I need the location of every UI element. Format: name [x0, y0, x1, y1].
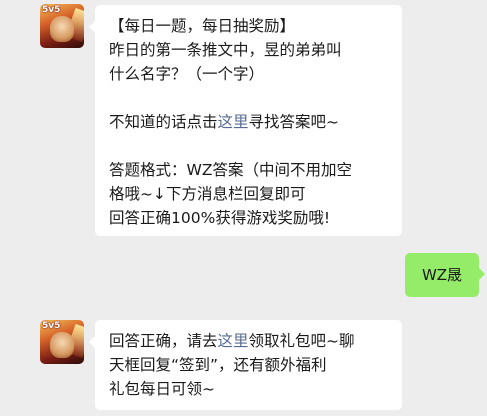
- format-line: 回答正确100%获得游戏奖励哦!: [109, 209, 331, 227]
- official-avatar[interactable]: 5v5: [40, 4, 84, 48]
- reply-prefix: 回答正确，请去: [109, 332, 218, 350]
- avatar-badge: 5v5: [42, 321, 61, 331]
- hint-line: 不知道的话点击这里寻找答案吧~: [109, 110, 390, 134]
- message-bubble-reply[interactable]: 回答正确，请去这里领取礼包吧~聊 天框回复“签到”，还有额外福利 礼包每日可领~: [89, 320, 402, 410]
- reply-line: 天框回复“签到”，还有额外福利: [109, 356, 327, 374]
- reply-suffix: 领取礼包吧~聊: [248, 332, 355, 350]
- answer-link[interactable]: 这里: [218, 113, 249, 131]
- message-bubble-question[interactable]: 【每日一题，每日抽奖励】 昨日的第一条推文中，昱的弟弟叫 什么名字？（一个字） …: [89, 5, 402, 236]
- question-title: 【每日一题，每日抽奖励】: [109, 17, 296, 35]
- message-bubble-user[interactable]: WZ晟: [405, 253, 485, 297]
- format-line: 格哦~↓下方消息栏回复即可: [109, 185, 306, 203]
- gift-link[interactable]: 这里: [218, 332, 249, 350]
- hint-suffix: 寻找答案吧~: [248, 113, 340, 131]
- hint-prefix: 不知道的话点击: [109, 113, 218, 131]
- reply-line: 回答正确，请去这里领取礼包吧~聊: [109, 329, 390, 353]
- reply-line: 礼包每日可领~: [109, 380, 215, 398]
- user-reply-text: WZ晟: [421, 266, 463, 284]
- avatar-badge: 5v5: [42, 5, 61, 15]
- format-line: 答题格式：WZ答案（中间不用加空: [109, 161, 352, 179]
- question-line: 什么名字？（一个字）: [109, 65, 265, 83]
- question-line: 昨日的第一条推文中，昱的弟弟叫: [109, 41, 342, 59]
- official-avatar[interactable]: 5v5: [40, 320, 84, 364]
